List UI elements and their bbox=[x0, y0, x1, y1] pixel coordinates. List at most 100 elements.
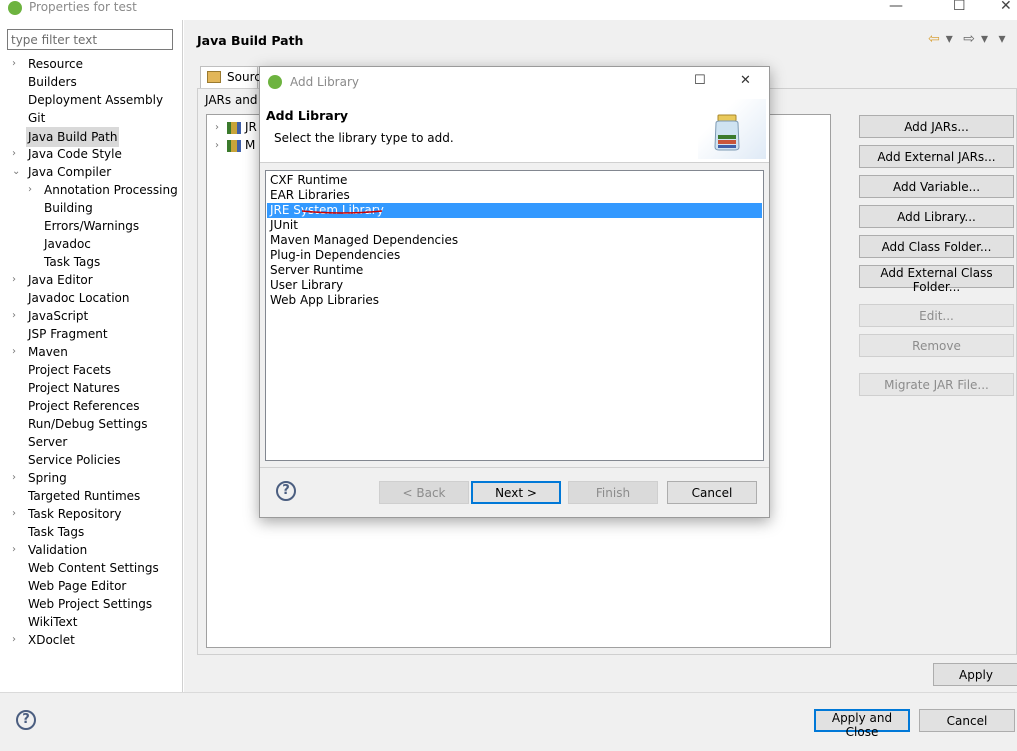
maximize-icon[interactable]: ☐ bbox=[694, 73, 706, 88]
minimize-icon[interactable]: — bbox=[889, 0, 903, 14]
expand-arrow-icon[interactable]: › bbox=[12, 145, 22, 163]
edit-button[interactable]: Edit... bbox=[859, 304, 1014, 327]
tab-source[interactable]: Source bbox=[200, 66, 268, 88]
dialog-description: Select the library type to add. bbox=[274, 131, 454, 145]
maximize-icon[interactable]: ☐ bbox=[953, 0, 966, 14]
add-jars-button[interactable]: Add JARs... bbox=[859, 115, 1014, 138]
tree-item-label: Task Repository bbox=[28, 507, 122, 521]
expand-arrow-icon[interactable]: › bbox=[12, 505, 22, 523]
tree-item-label: Java Editor bbox=[28, 273, 93, 287]
back-button[interactable]: < Back bbox=[379, 481, 469, 504]
cancel-button[interactable]: Cancel bbox=[919, 709, 1015, 732]
add-library-dialog: Add Library ☐ ✕ Add Library Select the l… bbox=[259, 66, 770, 518]
tree-item-label: Web Project Settings bbox=[28, 597, 153, 611]
library-row[interactable]: › JR bbox=[215, 119, 257, 137]
forward-dropdown-icon[interactable]: ▾ bbox=[981, 31, 988, 47]
tree-item-label: Javadoc Location bbox=[28, 291, 130, 305]
back-arrow-icon[interactable]: ⇦ bbox=[928, 31, 940, 47]
help-icon[interactable]: ? bbox=[276, 481, 296, 501]
migrate-jar-button[interactable]: Migrate JAR File... bbox=[859, 373, 1014, 396]
tree-item-label: JavaScript bbox=[28, 309, 89, 323]
expand-arrow-icon[interactable]: › bbox=[12, 631, 22, 649]
collapse-arrow-icon[interactable]: ⌄ bbox=[12, 163, 22, 181]
add-class-folder-button[interactable]: Add Class Folder... bbox=[859, 235, 1014, 258]
library-icon bbox=[227, 140, 241, 152]
list-item[interactable]: Maven Managed Dependencies bbox=[267, 233, 762, 248]
list-item[interactable]: Plug-in Dependencies bbox=[267, 248, 762, 263]
window-titlebar: Properties for test — ☐ ✕ bbox=[0, 0, 1017, 20]
cancel-button[interactable]: Cancel bbox=[667, 481, 757, 504]
dialog-header: Add Library Select the library type to a… bbox=[260, 97, 769, 163]
back-dropdown-icon[interactable]: ▾ bbox=[946, 31, 953, 47]
close-icon[interactable]: ✕ bbox=[740, 73, 751, 88]
list-item[interactable]: User Library bbox=[267, 278, 762, 293]
library-label: M bbox=[245, 138, 256, 152]
tree-item-label: Validation bbox=[28, 543, 88, 557]
add-external-class-folder-button[interactable]: Add External Class Folder... bbox=[859, 265, 1014, 294]
tree-item-label: Web Page Editor bbox=[28, 579, 127, 593]
tree-item-label: Project Natures bbox=[28, 381, 120, 395]
filter-input[interactable] bbox=[7, 29, 173, 50]
close-icon[interactable]: ✕ bbox=[1000, 0, 1012, 14]
list-item[interactable]: CXF Runtime bbox=[267, 173, 762, 188]
tree-item-label: Spring bbox=[28, 471, 67, 485]
list-item[interactable]: EAR Libraries bbox=[267, 188, 762, 203]
tree-item-label: WikiText bbox=[28, 615, 78, 629]
library-jar-icon bbox=[714, 114, 740, 151]
expand-arrow-icon[interactable]: › bbox=[12, 307, 22, 325]
forward-arrow-icon[interactable]: ⇨ bbox=[963, 31, 975, 47]
tree-item-label: XDoclet bbox=[28, 633, 75, 647]
help-icon[interactable]: ? bbox=[16, 710, 36, 730]
tree-item-label: Annotation Processing bbox=[44, 183, 178, 197]
tree-item-label: Project References bbox=[28, 399, 140, 413]
tree-item-label: Server bbox=[28, 435, 68, 449]
library-type-list[interactable]: Web App Libraries User Library Server Runt… bbox=[265, 170, 764, 461]
library-row[interactable]: › M bbox=[215, 137, 255, 155]
source-folder-icon bbox=[207, 71, 221, 83]
tree-item-label: Errors/Warnings bbox=[44, 219, 140, 233]
expand-arrow-icon[interactable]: › bbox=[12, 55, 22, 73]
tree-item-label: Maven bbox=[28, 345, 68, 359]
spring-app-icon bbox=[8, 1, 22, 15]
library-label: JR bbox=[245, 120, 257, 134]
library-icon bbox=[227, 122, 241, 134]
list-item[interactable]: Server Runtime bbox=[267, 263, 762, 278]
add-external-jars-button[interactable]: Add External JARs... bbox=[859, 145, 1014, 168]
apply-and-close-button[interactable]: Apply and Close bbox=[814, 709, 910, 739]
tree-item-label: Deployment Assembly bbox=[28, 93, 164, 107]
tree-item-label: Task Tags bbox=[44, 255, 101, 269]
finish-button[interactable]: Finish bbox=[568, 481, 658, 504]
list-item[interactable]: Web App Libraries bbox=[267, 293, 762, 308]
preferences-sidebar: › Resource Builders Deployment Assembly Git J… bbox=[0, 20, 183, 692]
dialog-separator bbox=[260, 467, 769, 468]
add-library-button[interactable]: Add Library... bbox=[859, 205, 1014, 228]
page-nav: ⇦ ▾ ⇨ ▾ ▾ bbox=[928, 31, 1011, 47]
expand-arrow-icon[interactable]: › bbox=[215, 140, 219, 151]
tree-item-label: Targeted Runtimes bbox=[28, 489, 141, 503]
dialog-heading: Add Library bbox=[266, 108, 349, 123]
tree-item-label: Service Policies bbox=[28, 453, 121, 467]
add-variable-button[interactable]: Add Variable... bbox=[859, 175, 1014, 198]
page-title: Java Build Path bbox=[197, 33, 304, 48]
tree-item-label: Java Build Path bbox=[26, 127, 120, 147]
tree-item-label: Git bbox=[28, 111, 46, 125]
dialog-titlebar: Add Library ☐ ✕ bbox=[260, 67, 769, 97]
dialog-title: Add Library bbox=[290, 75, 360, 89]
expand-arrow-icon[interactable]: › bbox=[215, 122, 219, 133]
expand-arrow-icon[interactable]: › bbox=[12, 541, 22, 559]
tree-item-label: Run/Debug Settings bbox=[28, 417, 148, 431]
jars-label: JARs and bbox=[205, 93, 258, 107]
list-item[interactable]: JUnit bbox=[267, 218, 762, 233]
expand-arrow-icon[interactable]: › bbox=[28, 181, 38, 199]
remove-button[interactable]: Remove bbox=[859, 334, 1014, 357]
tree-item-label: JSP Fragment bbox=[28, 327, 108, 341]
apply-button[interactable]: Apply bbox=[933, 663, 1017, 686]
red-underline-annotation bbox=[302, 210, 382, 214]
expand-arrow-icon[interactable]: › bbox=[12, 271, 22, 289]
expand-arrow-icon[interactable]: › bbox=[12, 469, 22, 487]
next-button[interactable]: Next > bbox=[471, 481, 561, 504]
tree-item-label: Java Code Style bbox=[28, 147, 122, 161]
expand-arrow-icon[interactable]: › bbox=[12, 343, 22, 361]
view-menu-icon[interactable]: ▾ bbox=[998, 31, 1005, 47]
tree-item-label: Javadoc bbox=[44, 237, 91, 251]
